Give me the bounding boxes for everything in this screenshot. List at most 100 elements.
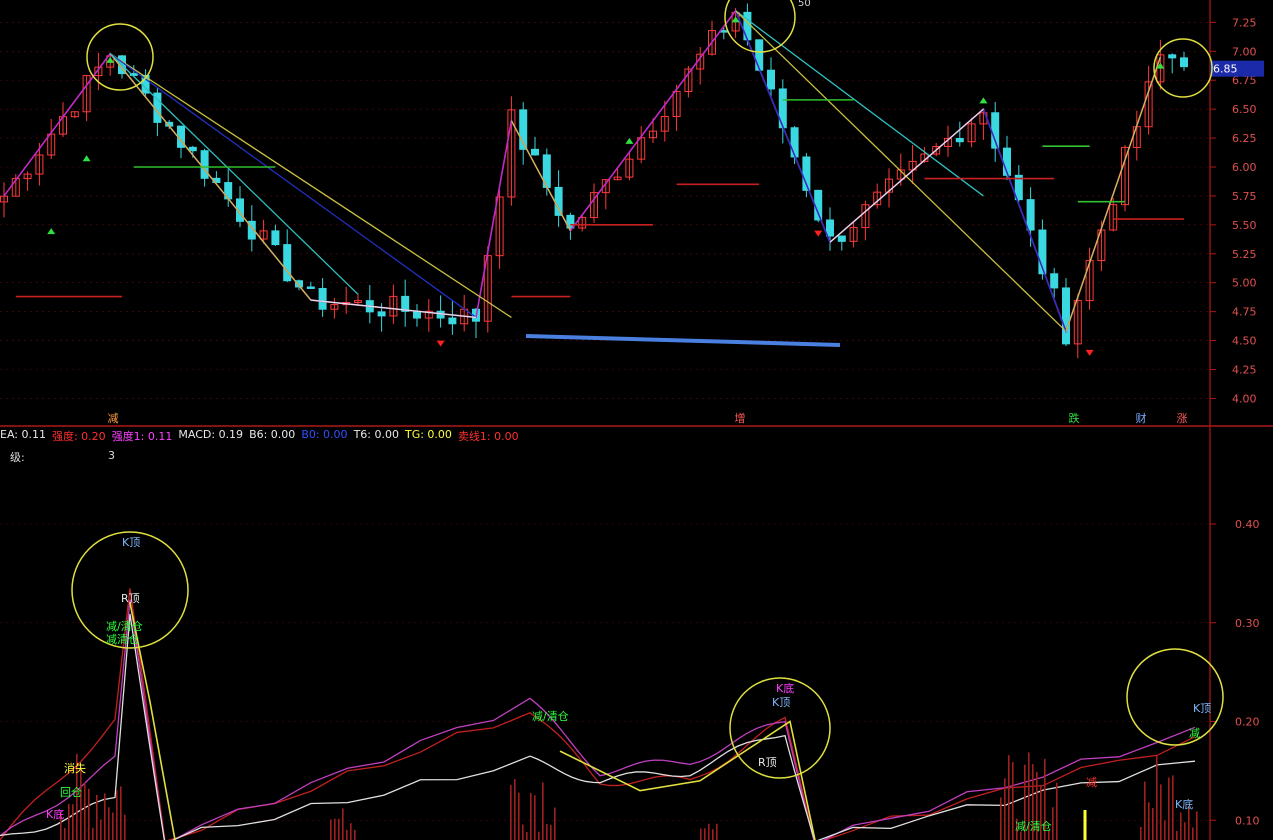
histogram-bar	[1152, 808, 1154, 840]
level-value: 3	[108, 449, 115, 462]
candle-body	[413, 310, 421, 319]
histogram-bar	[1192, 827, 1194, 840]
signal-arrow	[814, 230, 823, 237]
event-marker: 跌	[1069, 411, 1080, 425]
signal-annotation: 减/清仓	[1015, 819, 1052, 833]
histogram-bar	[1180, 812, 1182, 840]
signal-annotation: K底	[1175, 797, 1193, 811]
histogram-bar	[546, 824, 548, 840]
candle-body	[1180, 57, 1188, 68]
histogram-bar	[530, 793, 532, 840]
candle-body	[1168, 54, 1177, 59]
histogram-bar	[80, 766, 82, 840]
histogram-bar	[330, 819, 332, 840]
histogram-bar	[64, 827, 66, 840]
price-tick-label: 4.00	[1232, 392, 1257, 405]
indicator-line	[0, 588, 1196, 840]
histogram-bar	[1148, 802, 1150, 840]
stock-chart: 7.257.006.756.506.256.005.755.505.255.00…	[0, 0, 1273, 840]
event-marker: 财	[1136, 411, 1147, 425]
signal-annotation: 减/清仓	[532, 709, 569, 723]
price-tick-label: 4.25	[1232, 364, 1257, 377]
histogram-bar	[342, 808, 344, 840]
candle-body	[1050, 273, 1059, 289]
signal-annotation: K底	[46, 807, 64, 821]
signal-annotation: K顶	[772, 696, 790, 709]
histogram-bar	[1140, 826, 1142, 840]
histogram-bar	[522, 824, 524, 840]
price-tick-label: 7.25	[1232, 16, 1257, 29]
last-price-label: 6.85	[1213, 63, 1238, 76]
signal-arrow	[47, 228, 56, 235]
price-tick-label: 6.50	[1232, 103, 1257, 116]
indicator-tick-label: 0.10	[1235, 814, 1260, 827]
signal-annotation: R顶	[121, 592, 140, 605]
histogram-bar	[518, 792, 520, 840]
signal-annotation: K底	[776, 681, 794, 695]
histogram-bar	[716, 823, 718, 840]
price-tick-label: 6.00	[1232, 161, 1257, 174]
candle-body	[531, 148, 539, 156]
signal-annotation: 减清仓	[106, 632, 139, 646]
candle-body	[790, 127, 799, 158]
candle-body	[767, 69, 775, 90]
readout-tg: TG: 0.00	[404, 428, 452, 441]
indicator-tick-label: 0.20	[1235, 716, 1260, 729]
histogram-bar	[334, 818, 336, 840]
histogram-bar	[712, 829, 714, 840]
histogram-bar	[550, 824, 552, 840]
histogram-bar	[538, 831, 540, 840]
histogram-bar	[542, 782, 544, 840]
trend-line	[109, 53, 359, 295]
histogram-bar	[120, 786, 122, 840]
candle-body	[306, 286, 315, 289]
candle-body	[755, 39, 764, 71]
histogram-bar	[104, 793, 106, 840]
signal-annotation: K顶	[122, 536, 140, 549]
event-marker: 涨	[1177, 412, 1188, 425]
readout-t6: T6: 0.00	[353, 428, 399, 441]
histogram-bar	[92, 827, 94, 840]
readout-macd: MACD: 0.19	[178, 428, 244, 441]
histogram-bar	[510, 785, 512, 840]
histogram-bar	[554, 807, 556, 840]
signal-annotation: 减	[1189, 727, 1200, 740]
histogram-bar	[1168, 777, 1170, 840]
level-label: 级:	[10, 451, 25, 464]
candle-body	[188, 146, 197, 152]
histogram-bar	[700, 828, 702, 840]
histogram-bar	[116, 790, 118, 840]
signal-arrow	[436, 340, 445, 347]
histogram-bar	[1004, 778, 1006, 840]
price-tick-label: 5.25	[1232, 248, 1257, 261]
histogram-bar	[704, 828, 706, 840]
signal-annotation: R顶	[758, 756, 777, 769]
histogram-bar	[534, 795, 536, 840]
histogram-bar	[338, 818, 340, 840]
histogram-bar	[1056, 782, 1058, 840]
price-tick-label: 5.50	[1232, 219, 1257, 232]
signal-arrow	[979, 97, 988, 104]
histogram-bar	[68, 803, 70, 840]
candle-body	[448, 317, 457, 325]
histogram-bar	[96, 794, 98, 840]
histogram-bar	[72, 804, 74, 840]
signal-annotation: K顶	[1193, 702, 1211, 715]
signal-arrow	[82, 155, 91, 162]
signal-annotation: 减	[1086, 776, 1097, 789]
indicator-tick-label: 0.40	[1235, 518, 1260, 531]
histogram-bar	[100, 819, 102, 840]
candle-body	[271, 230, 280, 246]
price-tick-label: 6.25	[1232, 132, 1257, 145]
signal-line	[559, 720, 816, 840]
indicator-readout: EA: 0.11 强度: 0.20 强度1: 0.11 MACD: 0.19 B…	[0, 428, 519, 444]
histogram-bar	[1176, 830, 1178, 840]
histogram-bar	[1144, 781, 1146, 840]
price-tick-label: 4.50	[1232, 335, 1257, 348]
price-tick-label: 4.75	[1232, 306, 1257, 319]
event-marker: 增	[735, 411, 746, 425]
readout-b0: B0: 0.00	[301, 428, 348, 441]
histogram-bar	[526, 831, 528, 840]
indicator-tick-label: 0.30	[1235, 617, 1260, 630]
price-tick-label: 5.75	[1232, 190, 1257, 203]
